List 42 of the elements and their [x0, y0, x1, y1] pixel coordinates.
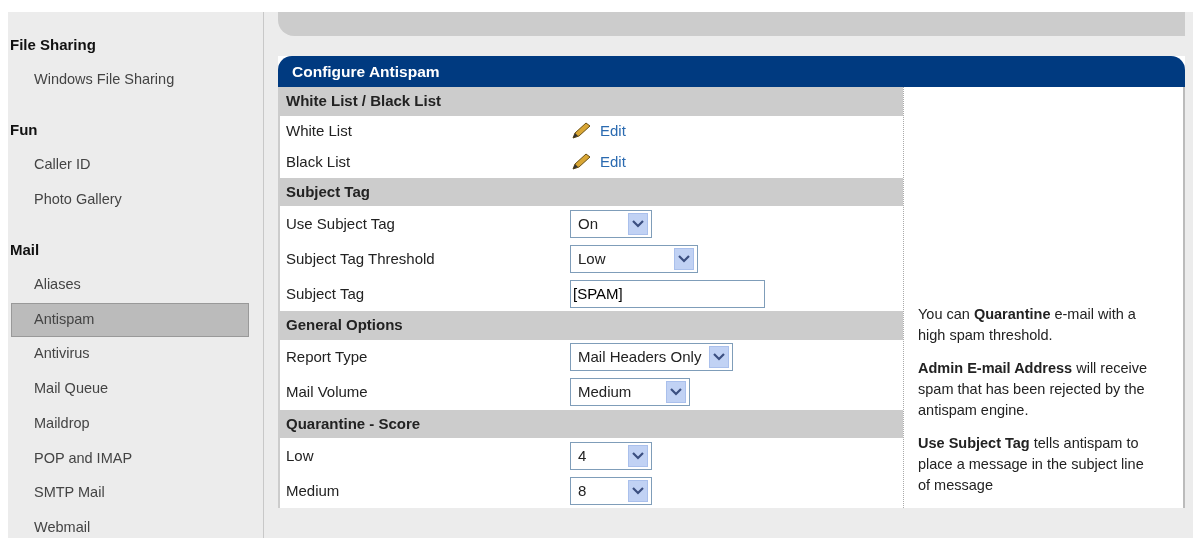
sidebar-item[interactable]: Windows File Sharing — [11, 62, 249, 98]
field-label: Subject Tag — [286, 283, 366, 304]
sidebar-heading: Mail — [9, 240, 41, 261]
dropdown[interactable]: On — [570, 209, 652, 238]
help-text: Use Subject Tag tells antispam to place a message in the subject line of message — [918, 434, 1145, 496]
dropdown[interactable]: Medium — [570, 378, 690, 407]
sidebar-item[interactable]: Antispam — [11, 302, 249, 338]
section-header: Quarantine - Score — [280, 409, 903, 439]
field-label: Low — [286, 445, 315, 466]
sidebar-item[interactable]: Caller ID — [11, 147, 249, 183]
panel-title: Configure Antispam — [278, 56, 1185, 88]
sidebar-heading: File Sharing — [9, 35, 97, 55]
sidebar-item[interactable]: Maildrop — [11, 406, 249, 442]
field-label: Use Subject Tag — [286, 213, 396, 234]
field-label: Mail Volume — [286, 382, 369, 402]
sidebar-heading: Fun — [9, 120, 39, 141]
field-label: Subject Tag Threshold — [286, 248, 436, 269]
dropdown[interactable]: 4 — [570, 441, 652, 470]
field-label: Black List — [286, 152, 352, 172]
sidebar-item[interactable]: Antivirus — [11, 337, 249, 372]
field-label: Medium — [286, 480, 341, 501]
section-header: Subject Tag — [280, 177, 903, 207]
help-text: Admin E-mail Address will receive spam that has been rejected by the antispam engine. — [918, 359, 1149, 421]
sidebar-item[interactable]: POP and IMAP — [11, 441, 249, 477]
text-field[interactable]: [SPAM] — [570, 279, 765, 308]
help-text: You can Quarantine e-mail with a high spam threshold. — [918, 305, 1137, 346]
section-header: General Options — [280, 311, 903, 340]
sidebar-item[interactable]: SMTP Mail — [11, 476, 249, 511]
sidebar-item[interactable]: Photo Gallery — [11, 182, 249, 218]
field-label: White List — [286, 121, 353, 141]
pencil-icon — [570, 152, 592, 173]
pencil-icon — [570, 121, 592, 142]
field-label: Report Type — [286, 347, 369, 367]
edit-link[interactable]: Edit — [570, 151, 626, 174]
edit-link[interactable]: Edit — [570, 120, 626, 143]
sidebar-item[interactable]: Mail Queue — [11, 372, 249, 407]
dropdown[interactable]: Mail Headers Only — [570, 343, 734, 372]
dropdown[interactable]: Low — [570, 244, 698, 273]
sidebar-item[interactable]: Aliases — [11, 267, 249, 303]
dropdown[interactable]: 8 — [570, 476, 652, 505]
sidebar-item[interactable]: Webmail — [11, 511, 249, 538]
section-header: White List / Black List — [280, 87, 903, 116]
